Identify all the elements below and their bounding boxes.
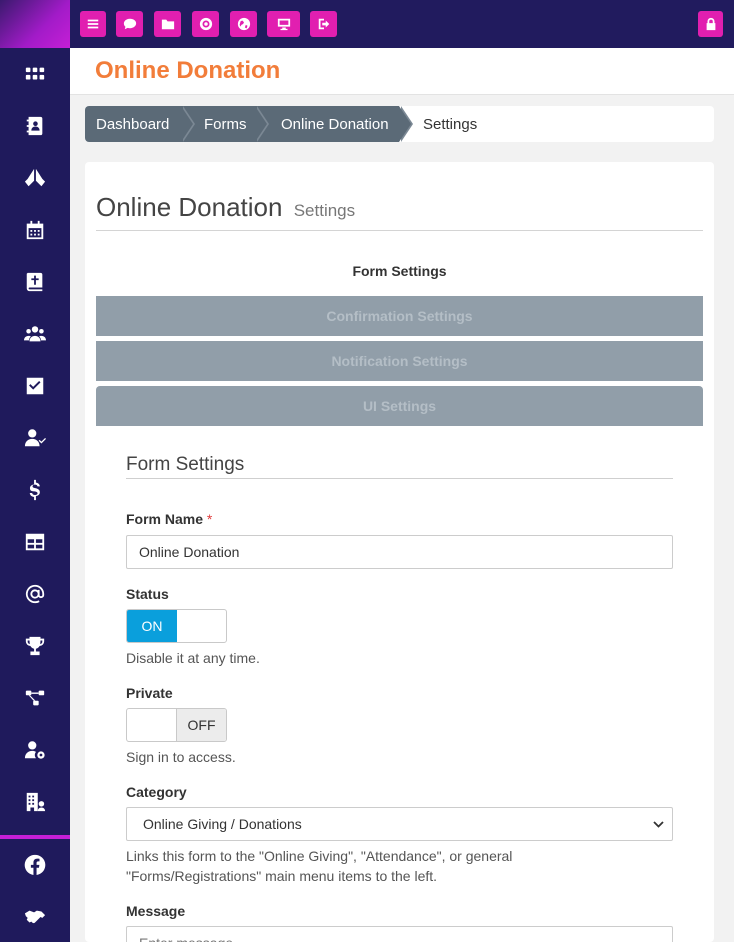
user-cog-icon [24,741,45,759]
page-header: Online Donation [70,48,734,95]
sidebar-item-prayer[interactable] [0,152,70,204]
sidebar-item-awards[interactable] [0,620,70,672]
at-icon [25,584,45,604]
sign-out-icon [318,18,329,30]
sidebar-item-partners[interactable] [0,891,70,942]
private-toggle-off: OFF [176,709,226,741]
sidebar-item-facebook[interactable] [0,839,70,891]
form-name-label: Form Name * [126,511,212,527]
sidebar-item-workflows[interactable] [0,672,70,724]
breadcrumb-label: Forms [204,115,247,133]
breadcrumb-online-donation[interactable]: Online Donation [255,106,413,142]
checkbox-icon [26,377,44,395]
chat-button[interactable] [116,11,143,37]
lock-button[interactable] [698,11,723,37]
trophy-icon [25,636,45,656]
form-name-input[interactable] [126,535,673,569]
status-toggle[interactable]: ON [126,609,227,643]
sidebar-item-tasks[interactable] [0,360,70,412]
sidebar-item-user-settings[interactable] [0,724,70,776]
tab-notification-settings[interactable]: Notification Settings [96,341,703,381]
sidebar-item-contacts[interactable] [0,100,70,152]
settings-heading-text: Online Donation [96,192,283,222]
category-selected-value: Online Giving / Donations [143,816,302,832]
website-button[interactable] [230,11,257,37]
sidebar-item-dashboard[interactable] [0,48,70,100]
grid-icon [25,67,45,80]
sidebar-item-email[interactable] [0,568,70,620]
sidebar-item-bible[interactable] [0,256,70,308]
tab-form-settings[interactable]: Form Settings [96,256,703,286]
support-button[interactable] [192,11,219,37]
menu-icon [87,19,99,29]
category-select[interactable]: Online Giving / Donations [126,807,673,841]
section-title: Form Settings [126,454,245,475]
sidebar-item-attendance[interactable] [0,412,70,464]
sidebar [0,48,70,942]
breadcrumb-label: Online Donation [281,115,389,133]
breadcrumb-current: Settings [423,115,478,133]
building-icon [26,792,46,812]
message-label: Message [126,903,186,919]
handshake-icon [24,910,46,924]
folder-icon [161,19,174,30]
sidebar-item-organization[interactable] [0,776,70,828]
lock-icon [706,17,715,31]
brand-logo[interactable] [0,0,70,48]
globe-icon [237,17,250,31]
heading-divider [96,230,703,231]
address-book-icon [26,116,43,136]
section-divider [126,478,673,479]
settings-heading-small: Settings [293,201,356,220]
table-icon [25,533,45,551]
praying-hands-icon [24,168,46,187]
settings-heading: Online Donation Settings [96,192,355,223]
chat-icon [123,18,136,30]
facebook-icon [24,854,46,875]
tab-confirmation-settings[interactable]: Confirmation Settings [96,296,703,336]
sidebar-item-reports[interactable] [0,516,70,568]
display-button[interactable] [267,11,300,37]
user-check-icon [24,429,46,447]
breadcrumb-dashboard[interactable]: Dashboard [85,106,195,142]
sign-out-button[interactable] [310,11,337,37]
sidebar-item-groups[interactable] [0,308,70,360]
status-help-text: Disable it at any time. [126,650,260,666]
sidebar-item-calendar[interactable] [0,204,70,256]
calendar-icon [26,220,44,240]
support-icon [199,17,212,31]
settings-card: Online Donation Settings Form Settings C… [85,162,714,942]
status-toggle-on: ON [127,610,177,642]
breadcrumb: Dashboard Forms Online Donation Settings [85,106,714,142]
monitor-icon [277,18,290,31]
tab-ui-settings[interactable]: UI Settings [96,386,703,426]
private-toggle[interactable]: OFF [126,708,227,742]
users-icon [24,326,46,342]
private-help-text: Sign in to access. [126,749,236,765]
menu-button[interactable] [80,11,106,37]
message-input[interactable] [126,926,673,942]
files-button[interactable] [154,11,181,37]
top-bar [70,0,734,48]
bible-icon [26,272,43,292]
dollar-icon [29,479,40,501]
breadcrumb-label: Dashboard [96,115,170,133]
status-label: Status [126,586,169,602]
category-label: Category [126,784,187,800]
category-help-text: Links this form to the "Online Giving", … [126,848,513,884]
page-title: Online Donation [95,57,281,84]
private-label: Private [126,685,173,701]
chevron-down-icon [653,821,664,828]
sitemap-icon [25,690,45,706]
sidebar-item-finance[interactable] [0,464,70,516]
form-name-label-text: Form Name [126,511,204,527]
required-mark: * [206,511,213,527]
